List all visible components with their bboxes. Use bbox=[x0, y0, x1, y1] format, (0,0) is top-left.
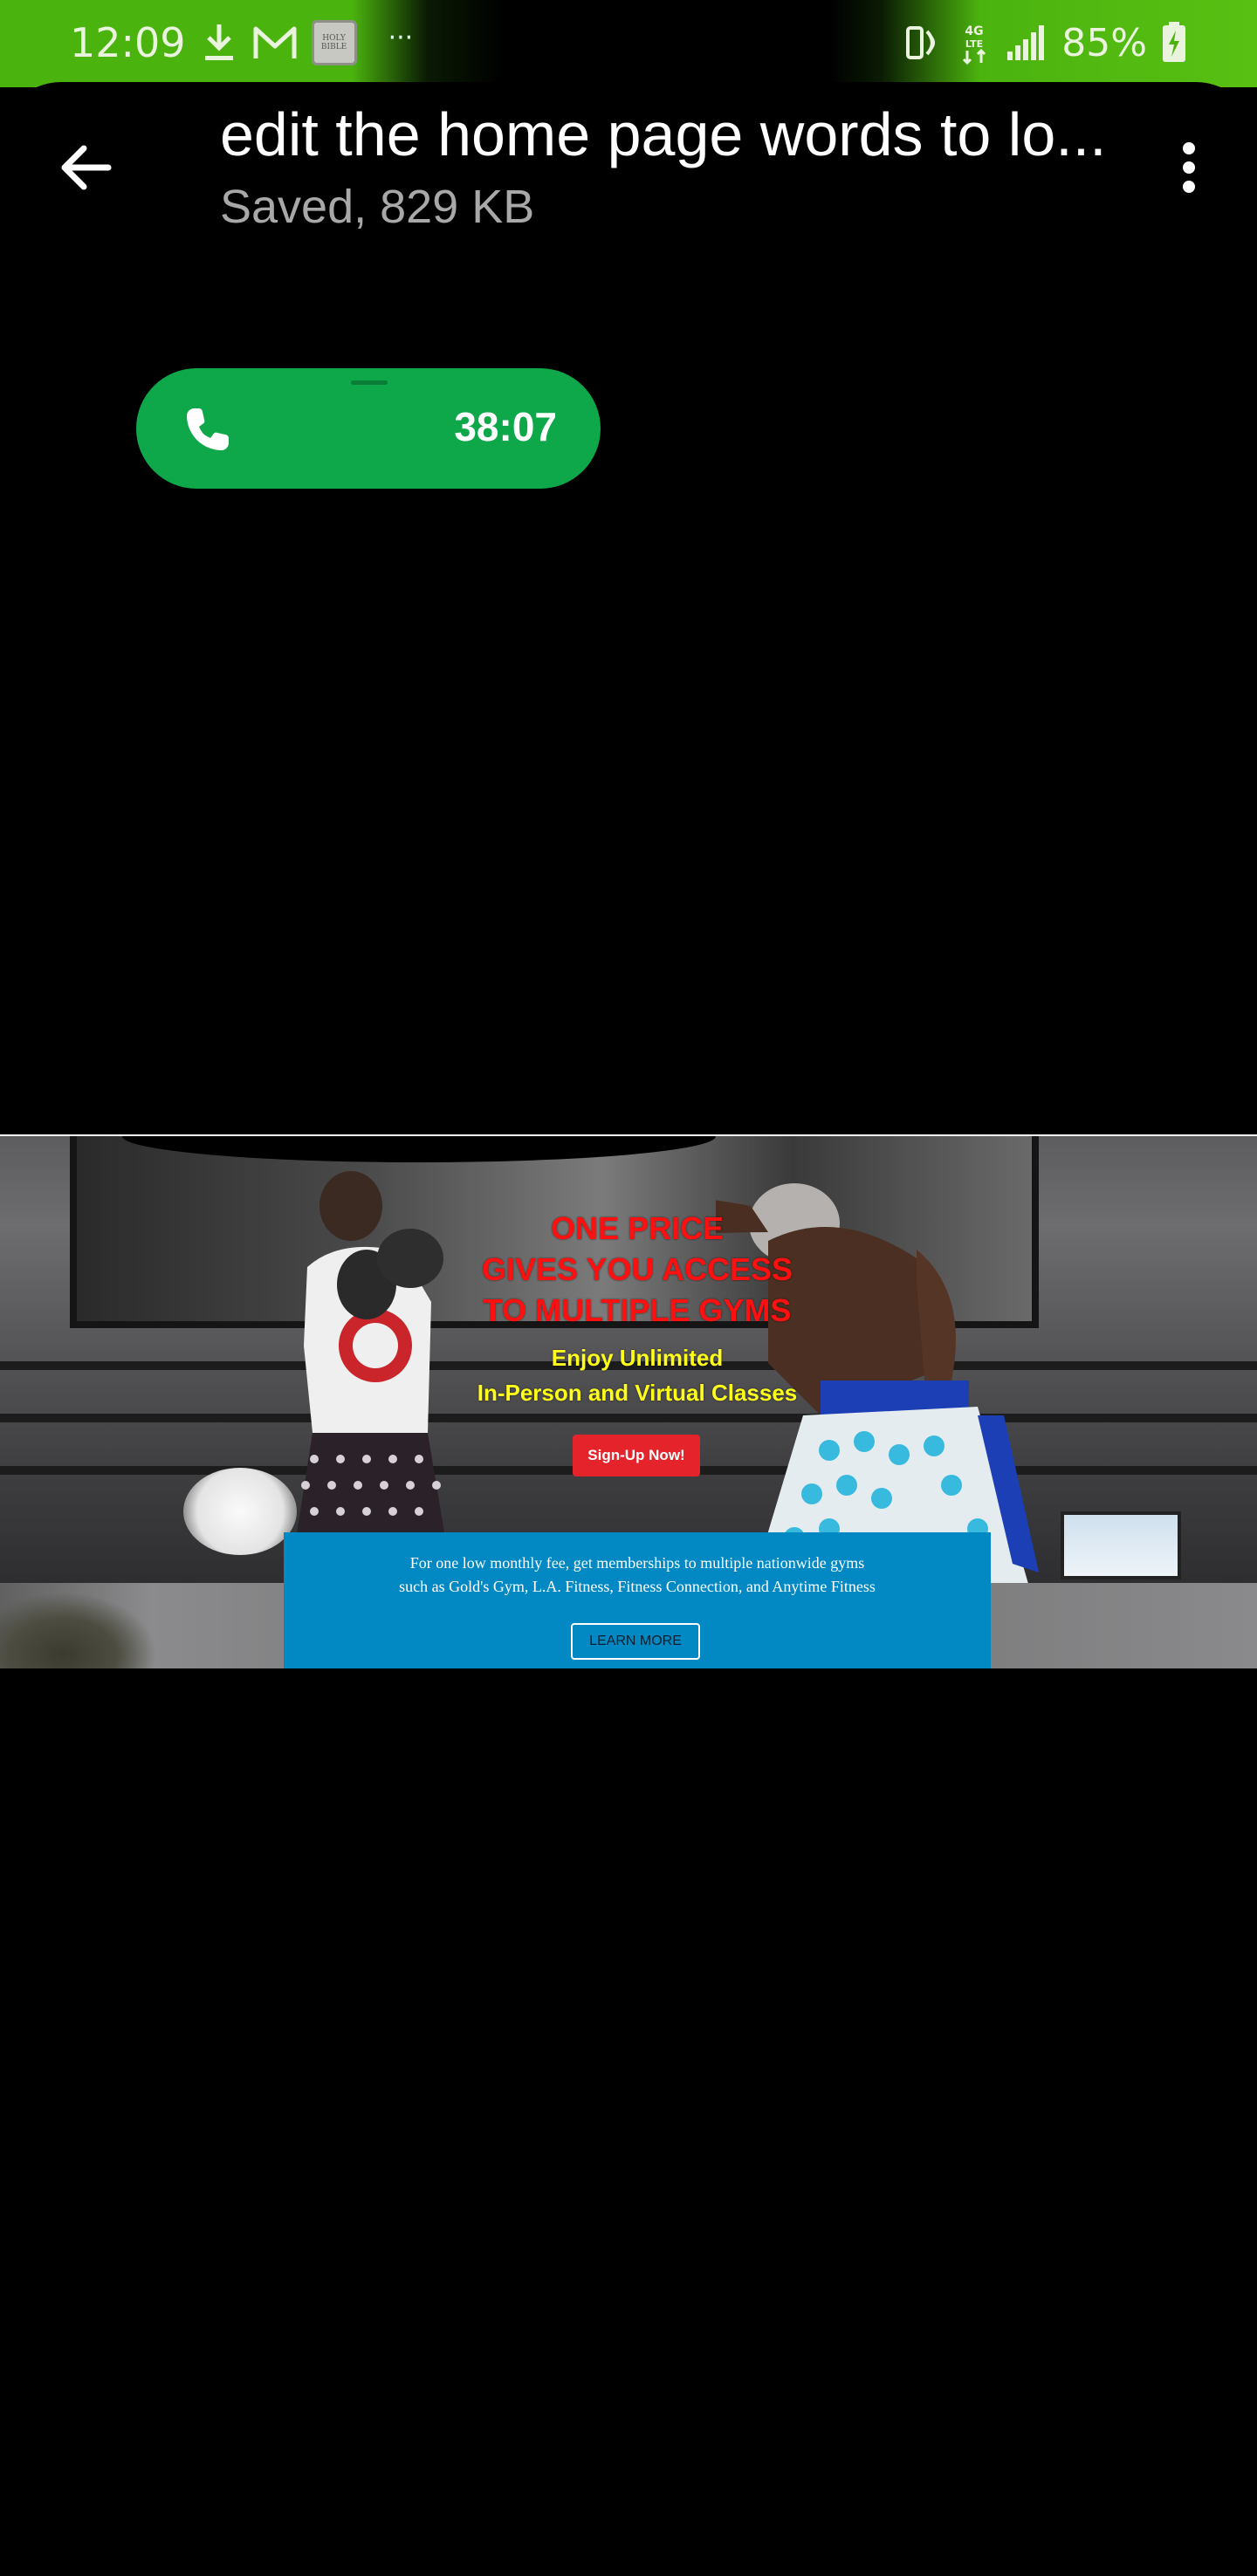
more-vert-icon bbox=[1183, 142, 1195, 193]
bible-icon-text: HOLY BIBLE bbox=[320, 34, 347, 51]
info-text-line: such as Gold's Gym, L.A. Fitness, Fitnes… bbox=[399, 1578, 876, 1595]
headline-line: ONE PRICE bbox=[550, 1210, 725, 1246]
status-left: 12:09 HOLY BIBLE ··· bbox=[70, 12, 413, 73]
drag-handle[interactable] bbox=[351, 380, 388, 385]
svg-text:4G: 4G bbox=[965, 24, 984, 38]
file-status: Saved, 829 KB bbox=[220, 181, 535, 233]
hero-image: ONE PRICE GIVES YOU ACCESS TO MULTIPLE G… bbox=[0, 1136, 1257, 1583]
page-title: edit the home page words to lo... bbox=[220, 100, 1107, 168]
hero-headline: ONE PRICE GIVES YOU ACCESS TO MULTIPLE G… bbox=[375, 1208, 899, 1331]
gmail-icon bbox=[252, 24, 298, 62]
status-bar: 12:09 HOLY BIBLE ··· 4G LTE 85% bbox=[0, 0, 1257, 87]
learn-more-button[interactable]: LEARN MORE bbox=[571, 1623, 700, 1660]
hero-subheadline: Enjoy Unlimited In-Person and Virtual Cl… bbox=[375, 1340, 899, 1410]
back-button[interactable] bbox=[49, 131, 122, 204]
signal-icon bbox=[1006, 24, 1048, 62]
vibrate-icon bbox=[903, 23, 943, 63]
status-time: 12:09 bbox=[70, 19, 186, 66]
4g-lte-icon: 4G LTE bbox=[957, 21, 992, 65]
ceiling-light bbox=[183, 1468, 297, 1555]
signup-button[interactable]: Sign-Up Now! bbox=[573, 1435, 700, 1476]
back-arrow-icon bbox=[61, 145, 112, 190]
info-text-line: For one low monthly fee, get memberships… bbox=[409, 1554, 865, 1572]
more-options-button[interactable] bbox=[1154, 131, 1224, 204]
headline-line: TO MULTIPLE GYMS bbox=[483, 1292, 792, 1328]
active-call-pill[interactable]: 38:07 bbox=[136, 368, 601, 489]
tree-foliage bbox=[0, 1592, 157, 1668]
status-right: 4G LTE 85% bbox=[903, 12, 1187, 73]
info-text: For one low monthly fee, get memberships… bbox=[301, 1552, 973, 1599]
subheadline-line: In-Person and Virtual Classes bbox=[477, 1380, 798, 1406]
call-timer: 38:07 bbox=[454, 404, 557, 449]
more-notifications-icon: ··· bbox=[388, 22, 414, 53]
subheadline-line: Enjoy Unlimited bbox=[551, 1345, 724, 1371]
download-icon bbox=[200, 21, 238, 65]
info-box: For one low monthly fee, get memberships… bbox=[284, 1532, 991, 1668]
phone-icon bbox=[187, 408, 229, 450]
holy-bible-icon: HOLY BIBLE bbox=[311, 20, 357, 65]
svg-text:LTE: LTE bbox=[965, 38, 983, 50]
headline-line: GIVES YOU ACCESS bbox=[481, 1251, 793, 1287]
battery-percentage: 85% bbox=[1061, 20, 1147, 65]
battery-charging-icon bbox=[1161, 22, 1187, 64]
